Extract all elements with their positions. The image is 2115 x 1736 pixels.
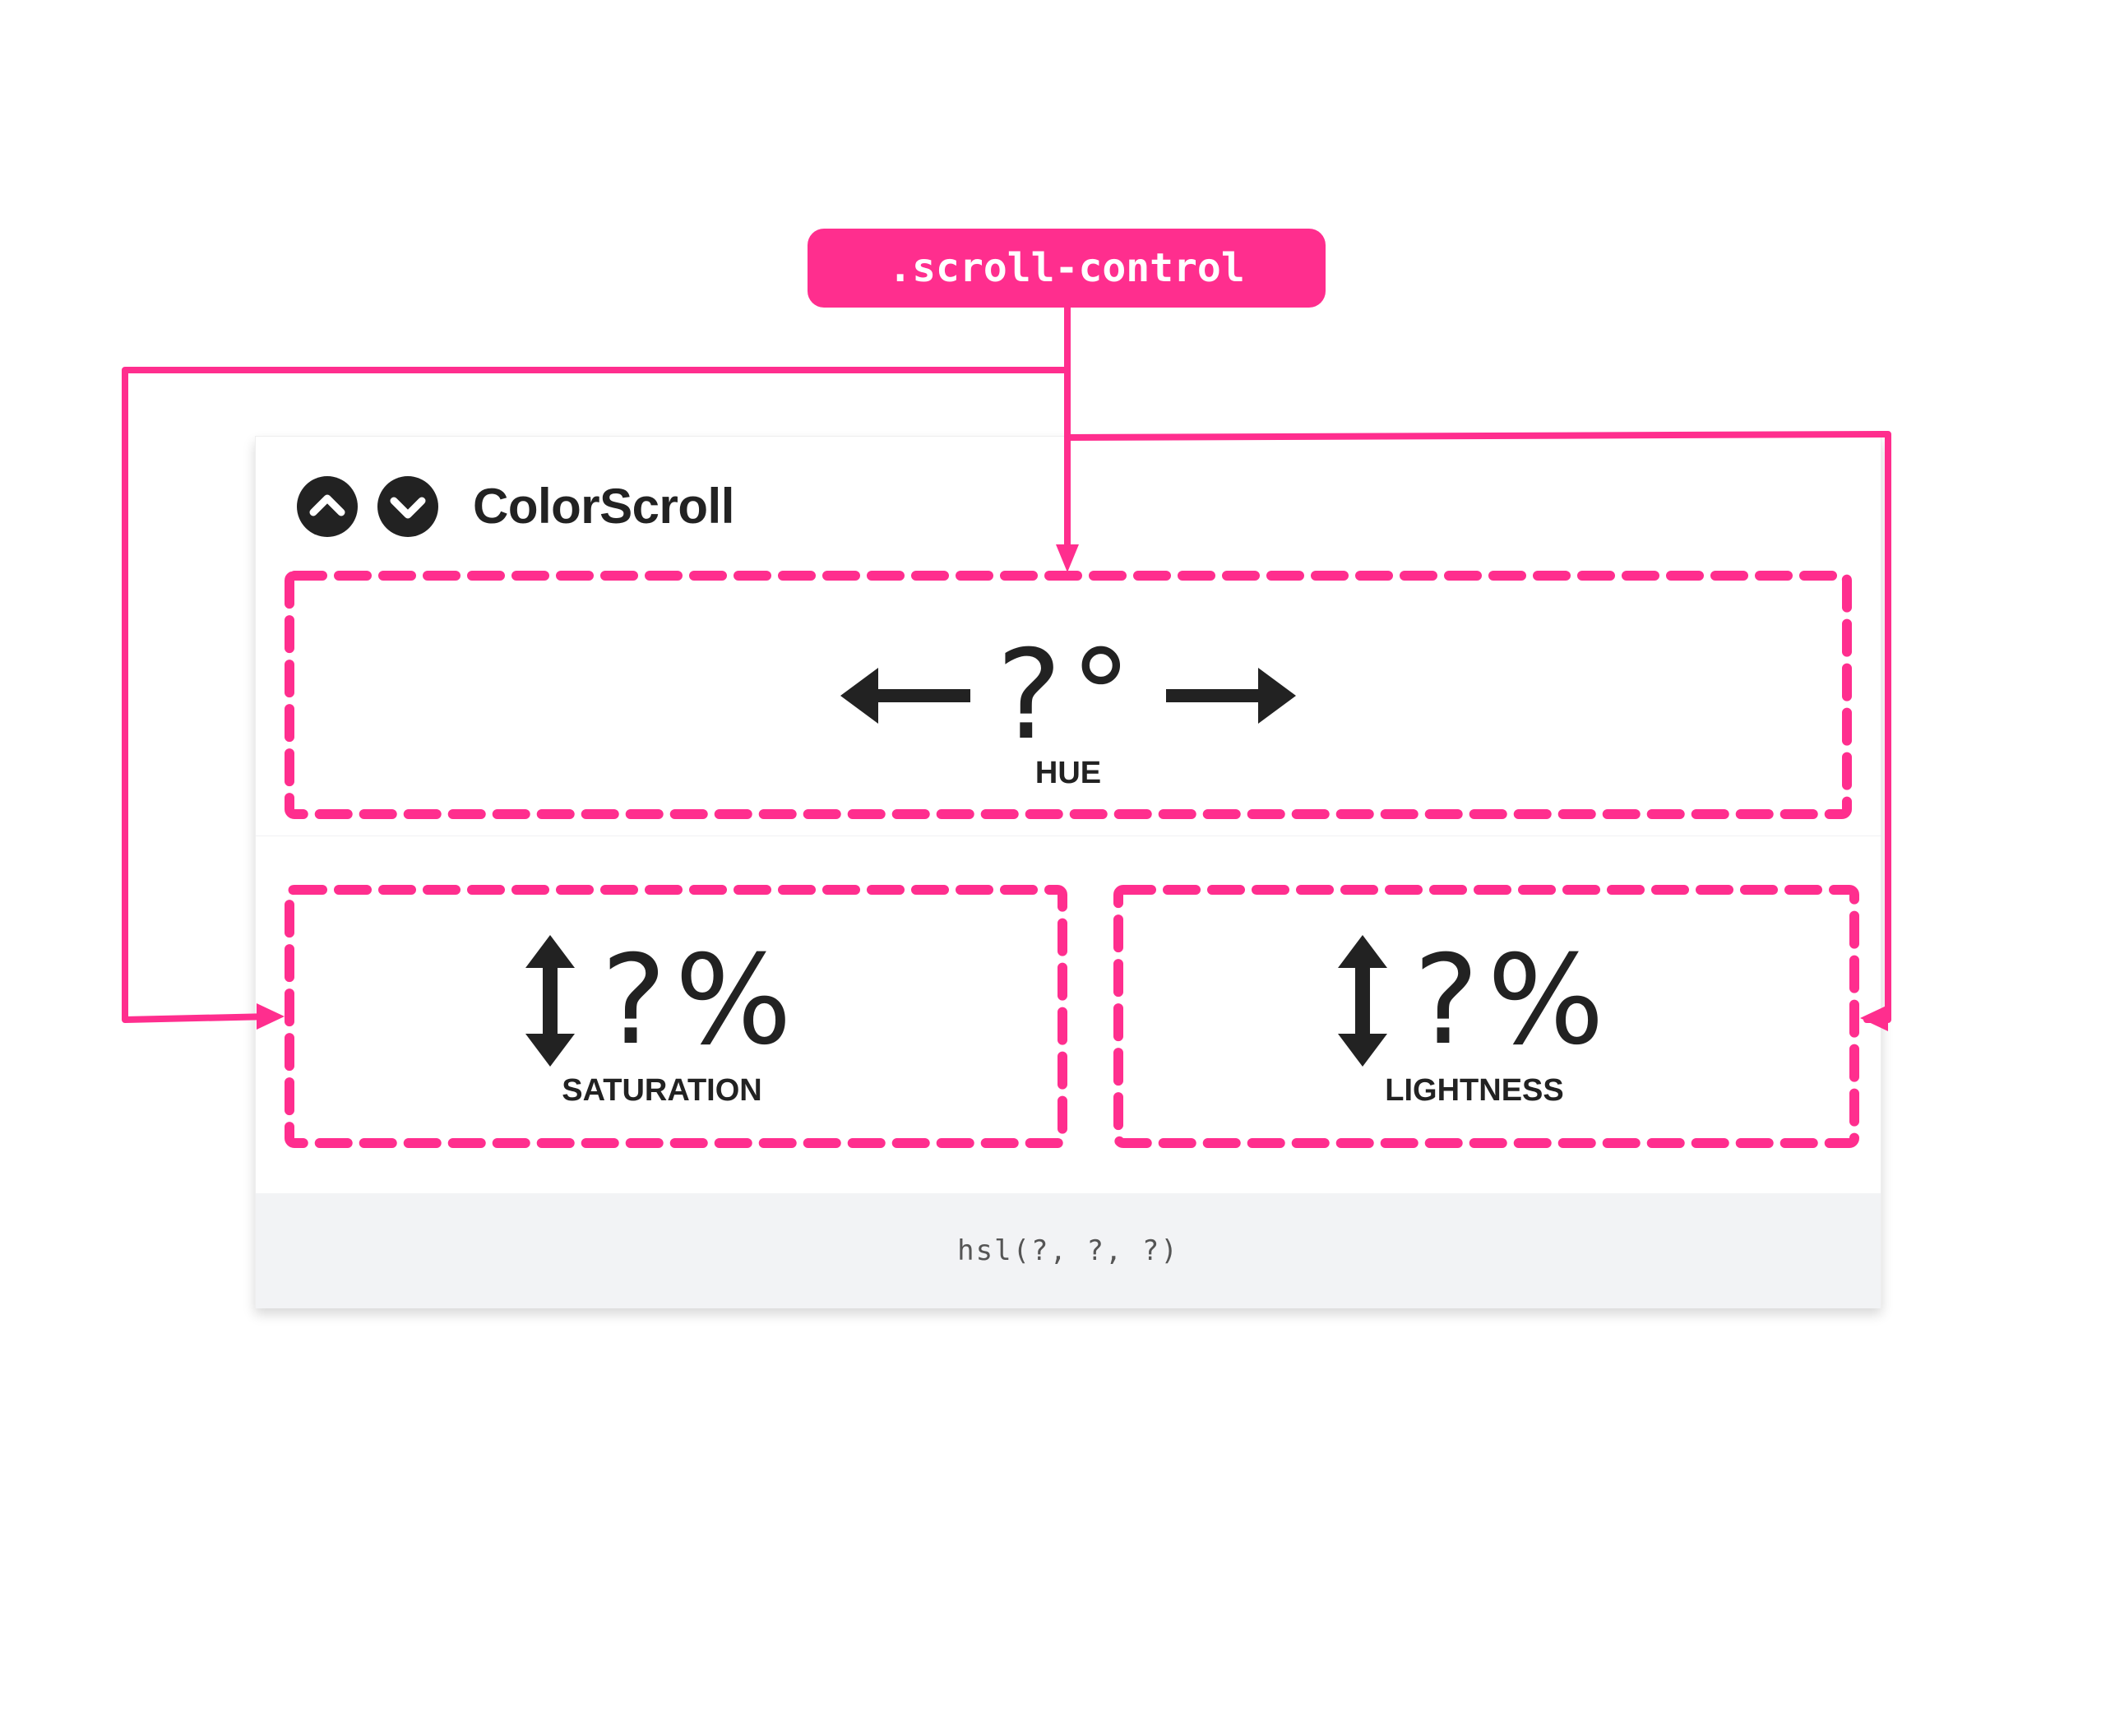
saturation-value-row: ?% — [256, 935, 1068, 1067]
color-output-bar: hsl(?, ?, ?) — [256, 1193, 1881, 1308]
chevron-up-icon[interactable] — [297, 476, 358, 537]
chevron-down-icon[interactable] — [377, 476, 438, 537]
hue-value: ?° — [996, 624, 1141, 767]
card-header: ColorScroll — [256, 437, 1881, 568]
saturation-label: SATURATION — [562, 1073, 762, 1108]
lightness-value-row: ?% — [1068, 935, 1881, 1067]
lightness-label: LIGHTNESS — [1385, 1073, 1564, 1108]
arrow-left-icon — [840, 663, 972, 729]
arrow-up-down-icon — [1336, 935, 1389, 1067]
hue-value-row: ?° — [256, 634, 1881, 757]
lightness-scroll-control[interactable]: ?% LIGHTNESS — [1068, 836, 1881, 1193]
lightness-value: ?% — [1413, 929, 1613, 1072]
saturation-value: ?% — [600, 929, 801, 1072]
colorscroll-card: ColorScroll ?° HUE ?% SATURATION ?% LIGH… — [255, 436, 1881, 1308]
arrow-up-down-icon — [524, 935, 576, 1067]
hsl-value: hsl(?, ?, ?) — [957, 1234, 1179, 1267]
scroll-control-tag: .scroll-control — [808, 229, 1326, 308]
tag-label: .scroll-control — [888, 245, 1245, 291]
saturation-scroll-control[interactable]: ?% SATURATION — [256, 836, 1068, 1193]
arrow-right-icon — [1164, 663, 1297, 729]
hue-scroll-control[interactable]: ?° HUE — [256, 568, 1881, 836]
hue-label: HUE — [1034, 756, 1102, 790]
app-title: ColorScroll — [473, 479, 734, 534]
